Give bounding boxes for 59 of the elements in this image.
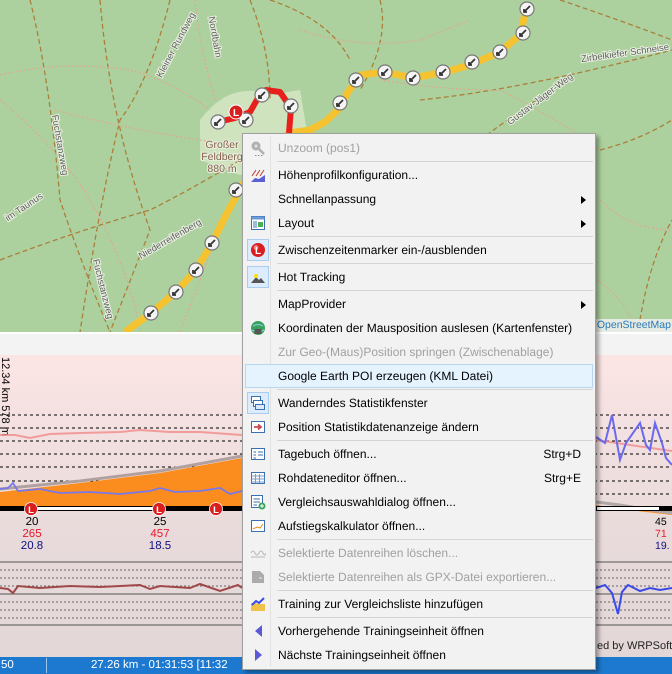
menu-item[interactable]: Position Statistikdatenanzeige ändern — [245, 415, 593, 439]
direction-marker — [464, 54, 480, 70]
direction-marker — [143, 305, 159, 321]
direction-marker — [210, 114, 226, 130]
map-label: Zirbelkiefer Schneise — [580, 42, 670, 66]
map-label: Großer — [205, 139, 239, 151]
menu-item[interactable]: Nächste Trainingseinheit öffnen — [245, 643, 593, 667]
direction-marker — [204, 235, 220, 251]
direction-marker — [519, 1, 535, 17]
lap-distance: 25 — [154, 516, 166, 528]
lap-marker[interactable]: L — [24, 502, 38, 516]
lap-marker[interactable]: L — [152, 502, 166, 516]
menu-item[interactable]: Layout — [245, 211, 593, 235]
menu-item[interactable]: L Zwischenzeitenmarker ein-/ausblenden — [245, 238, 593, 262]
menu-item[interactable]: Schnellanpassung — [245, 187, 593, 211]
map-label: 880 m — [207, 163, 237, 175]
map-label: Feldberg — [201, 151, 243, 163]
map-label: Nordbahn — [205, 16, 224, 59]
status-text: 27.26 km - 01:31:53 [11:32 — [90, 658, 228, 673]
direction-marker — [515, 25, 531, 41]
direction-marker — [405, 70, 421, 86]
menu-item[interactable]: Hot Tracking — [245, 265, 593, 289]
shortcut-label: Strg+D — [543, 446, 582, 463]
direction-marker — [435, 64, 451, 80]
direction-marker — [168, 284, 184, 300]
lap-distance: 45 — [655, 516, 667, 528]
direction-marker — [492, 44, 508, 60]
lap-value: 18.5 — [148, 540, 172, 552]
menu-item[interactable]: Rohdateneditor öffnen... Strg+E — [245, 466, 593, 490]
menu-item[interactable]: Koordinaten der Mausposition auslesen (Kartenfenster) — [245, 316, 593, 340]
menu-item[interactable]: Google Earth POI erzeugen (KML Datei) — [245, 364, 593, 388]
marker-icon: L — [247, 239, 269, 261]
lap-value: 265 — [22, 528, 42, 540]
direction-marker — [188, 262, 204, 278]
direction-marker — [332, 95, 348, 111]
menu-item[interactable]: Tagebuch öffnen... Strg+D — [245, 442, 593, 466]
direction-marker — [283, 98, 299, 114]
menu-item[interactable]: Höhenprofilkonfiguration... — [245, 163, 593, 187]
lap-value: 457 — [150, 528, 170, 540]
status-text: 50 — [0, 658, 47, 673]
menu-item[interactable]: Vorhergehende Trainingseinheit öffnen — [245, 619, 593, 643]
direction-marker — [254, 87, 270, 103]
lap-marker[interactable]: L — [209, 502, 223, 516]
menu-item[interactable]: Training zur Vergleichsliste hinzufügen — [245, 592, 593, 616]
direction-marker — [377, 64, 393, 80]
lap-value: 71 — [655, 528, 667, 540]
menu-item[interactable]: Vergleichsauswahldialog öffnen... — [245, 490, 593, 514]
lap-distance: 20 — [26, 516, 38, 528]
menu-item[interactable]: MapProvider — [245, 292, 593, 316]
lap-value: 20.8 — [20, 540, 44, 552]
credit-text: ed by WRPSoft — [597, 640, 672, 652]
menu-item[interactable]: Wanderndes Statistikfenster — [245, 391, 593, 415]
lap-marker: L — [228, 104, 244, 120]
shortcut-label: Strg+E — [544, 470, 582, 487]
map-label: Fuchstanzweg — [48, 114, 70, 176]
attribution-text[interactable]: OpenStreetMap — [596, 319, 672, 332]
direction-marker — [348, 72, 364, 88]
menu-item[interactable]: Aufstiegskalkulator öffnen... — [245, 514, 593, 538]
lap-value: 19. — [655, 540, 670, 552]
